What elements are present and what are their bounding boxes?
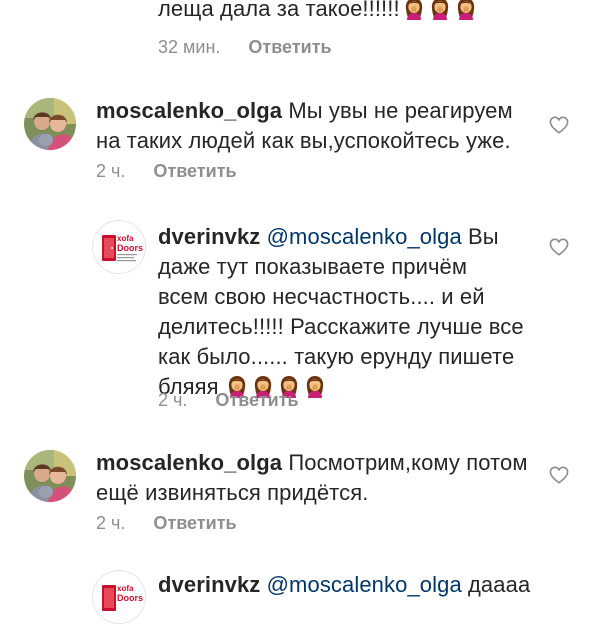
comment-body: Мы увы не реагируем xyxy=(288,98,513,123)
svg-text:xofa: xofa xyxy=(117,584,134,593)
woman-facepalming-icon xyxy=(428,0,452,20)
comment-body: делитесь!!!!! Расскажите лучше все xyxy=(158,314,524,339)
avatar[interactable] xyxy=(24,98,76,150)
comment-body: как было...... такую ерунду пишете xyxy=(158,344,515,369)
comment-body: Посмотрим,кому потом xyxy=(288,450,528,475)
avatar[interactable]: xofa Doors xyxy=(92,220,146,274)
comment-meta: 32 мин. Ответить xyxy=(158,37,332,58)
reply-button[interactable]: Ответить xyxy=(215,390,298,411)
comment-username[interactable]: dverinvkz xyxy=(158,224,260,249)
logo-text: Doors xyxy=(117,243,143,253)
heart-icon[interactable] xyxy=(549,116,569,134)
door-logo-icon: xofa Doors xyxy=(93,571,145,623)
comment-body: на таких людей как вы,успокойтесь уже. xyxy=(96,128,511,153)
comment-time: 32 мин. xyxy=(158,37,221,57)
comment-item: moscalenko_olga Мы увы не реагируем на т… xyxy=(0,90,600,190)
comment-text: dverinvkz @moscalenko_olga даааа xyxy=(158,570,530,600)
heart-icon[interactable] xyxy=(549,466,569,484)
comment-username[interactable]: dverinvkz xyxy=(158,572,260,597)
comment-body: ещё извиняться придётся. xyxy=(96,480,369,505)
user-photo-icon xyxy=(24,450,76,502)
heart-icon[interactable] xyxy=(549,238,569,256)
comment-text: moscalenko_olga Мы увы не реагируем на т… xyxy=(96,96,513,156)
reply-button[interactable]: Ответить xyxy=(153,161,236,182)
comment-time: 2 ч. xyxy=(158,390,188,410)
woman-facepalming-icon xyxy=(402,0,426,20)
comment-item: moscalenko_olga Посмотрим,кому потом ещё… xyxy=(0,446,600,546)
reply-button[interactable]: Ответить xyxy=(153,513,236,534)
comment-time: 2 ч. xyxy=(96,513,126,533)
door-logo-icon: xofa Doors xyxy=(93,221,145,273)
comment-text: леща дала за такое!!!!!! xyxy=(158,0,478,24)
comment-text: dverinvkz @moscalenko_olga Вы даже тут п… xyxy=(158,222,524,402)
comment-body: всем свою несчастность.... и ей xyxy=(158,284,485,309)
comment-meta: 2 ч. Ответить xyxy=(96,513,237,534)
avatar[interactable]: xofa Doors xyxy=(92,570,146,624)
comment-meta: 2 ч. Ответить xyxy=(158,390,299,411)
comment-body: леща дала за такое!!!!!! xyxy=(158,0,400,21)
emoji-group xyxy=(400,0,478,21)
svg-text:Doors: Doors xyxy=(117,593,143,603)
comment-body: даааа xyxy=(468,572,531,597)
comment-text: moscalenko_olga Посмотрим,кому потом ещё… xyxy=(96,448,528,508)
woman-facepalming-icon xyxy=(454,0,478,20)
comment-body: даже тут показываете причём xyxy=(158,254,468,279)
comment-username[interactable]: moscalenko_olga xyxy=(96,98,282,123)
comment-item: леща дала за такое!!!!!! 32 мин. Ответит… xyxy=(0,0,600,62)
avatar[interactable] xyxy=(24,450,76,502)
comment-item: xofa Doors dverinvkz @moscalenko_olga Вы… xyxy=(0,216,600,416)
user-photo-icon xyxy=(24,98,76,150)
mention-link[interactable]: @moscalenko_olga xyxy=(267,572,462,597)
comment-username[interactable]: moscalenko_olga xyxy=(96,450,282,475)
comment-body: Вы xyxy=(468,224,499,249)
reply-button[interactable]: Ответить xyxy=(248,37,331,58)
comment-time: 2 ч. xyxy=(96,161,126,181)
woman-facepalming-icon xyxy=(303,374,327,398)
svg-text:xofa: xofa xyxy=(117,234,134,243)
comment-item: xofa Doors dverinvkz @moscalenko_olga да… xyxy=(0,566,600,624)
comment-meta: 2 ч. Ответить xyxy=(96,161,237,182)
mention-link[interactable]: @moscalenko_olga xyxy=(267,224,462,249)
